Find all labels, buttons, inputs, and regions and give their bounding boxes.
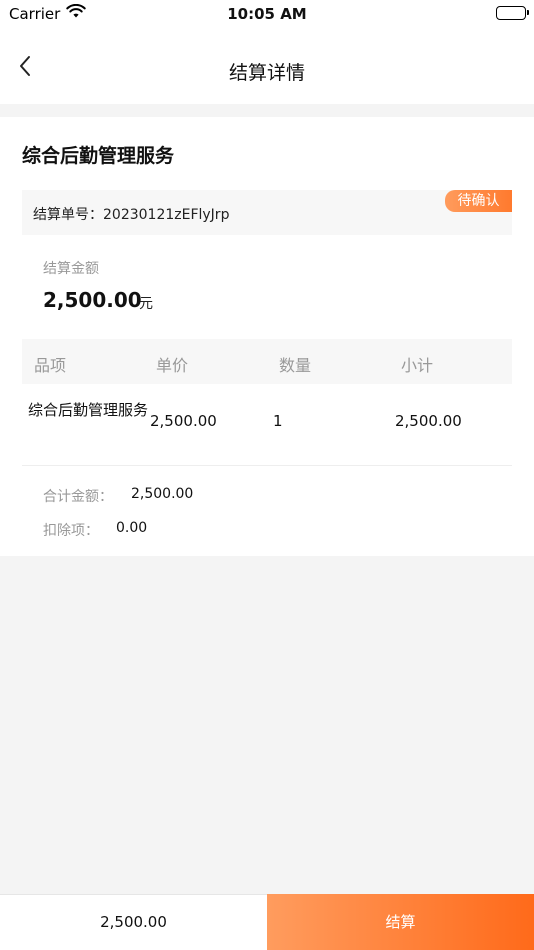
bottom-bar: 2,500.00 结算 — [0, 894, 534, 950]
amount-value: 2,500.00 — [43, 288, 142, 312]
column-header-item: 品项 — [34, 356, 67, 375]
row-item-name: 综合后勤管理服务 — [28, 401, 149, 419]
page-title: 结算详情 — [228, 62, 305, 84]
row-unit-price: 2,500.00 — [150, 412, 217, 430]
row-subtotal: 2,500.00 — [395, 412, 462, 430]
amount-label: 结算金额 — [43, 261, 99, 277]
deduction-label: 扣除项： — [43, 523, 99, 539]
table-header: 品项 单价 数量 小计 — [22, 339, 512, 384]
deduction-value: 0.00 — [116, 520, 148, 536]
battery-icon — [496, 6, 529, 20]
row-quantity: 1 — [273, 412, 283, 430]
status-bar: Carrier 10:05 AM — [0, 0, 534, 28]
deduction-row: 扣除项： 0.00 — [43, 520, 147, 540]
settle-button[interactable]: 结算 — [267, 894, 534, 950]
total-label: 合计金额： — [43, 489, 113, 505]
settlement-card: 综合后勤管理服务 结算单号：20230121zEFlyJrp 待确认 结算金额 … — [0, 117, 534, 556]
bottom-total: 2,500.00 — [100, 913, 167, 931]
column-header-price: 单价 — [156, 356, 189, 375]
nav-bar: 结算详情 — [0, 28, 534, 104]
amount-unit: 元 — [139, 296, 153, 312]
total-row: 合计金额： 2,500.00 — [43, 486, 193, 506]
order-number-box: 结算单号：20230121zEFlyJrp 待确认 — [22, 190, 512, 235]
status-badge: 待确认 — [445, 190, 512, 212]
table-row: 综合后勤管理服务 2,500.00 1 2,500.00 — [22, 384, 512, 466]
column-header-qty: 数量 — [279, 356, 312, 375]
column-header-subtotal: 小计 — [401, 356, 434, 375]
total-value: 2,500.00 — [131, 486, 194, 502]
order-number: 结算单号：20230121zEFlyJrp — [33, 207, 230, 223]
clock-text: 10:05 AM — [227, 5, 307, 23]
service-title: 综合后勤管理服务 — [22, 145, 175, 167]
